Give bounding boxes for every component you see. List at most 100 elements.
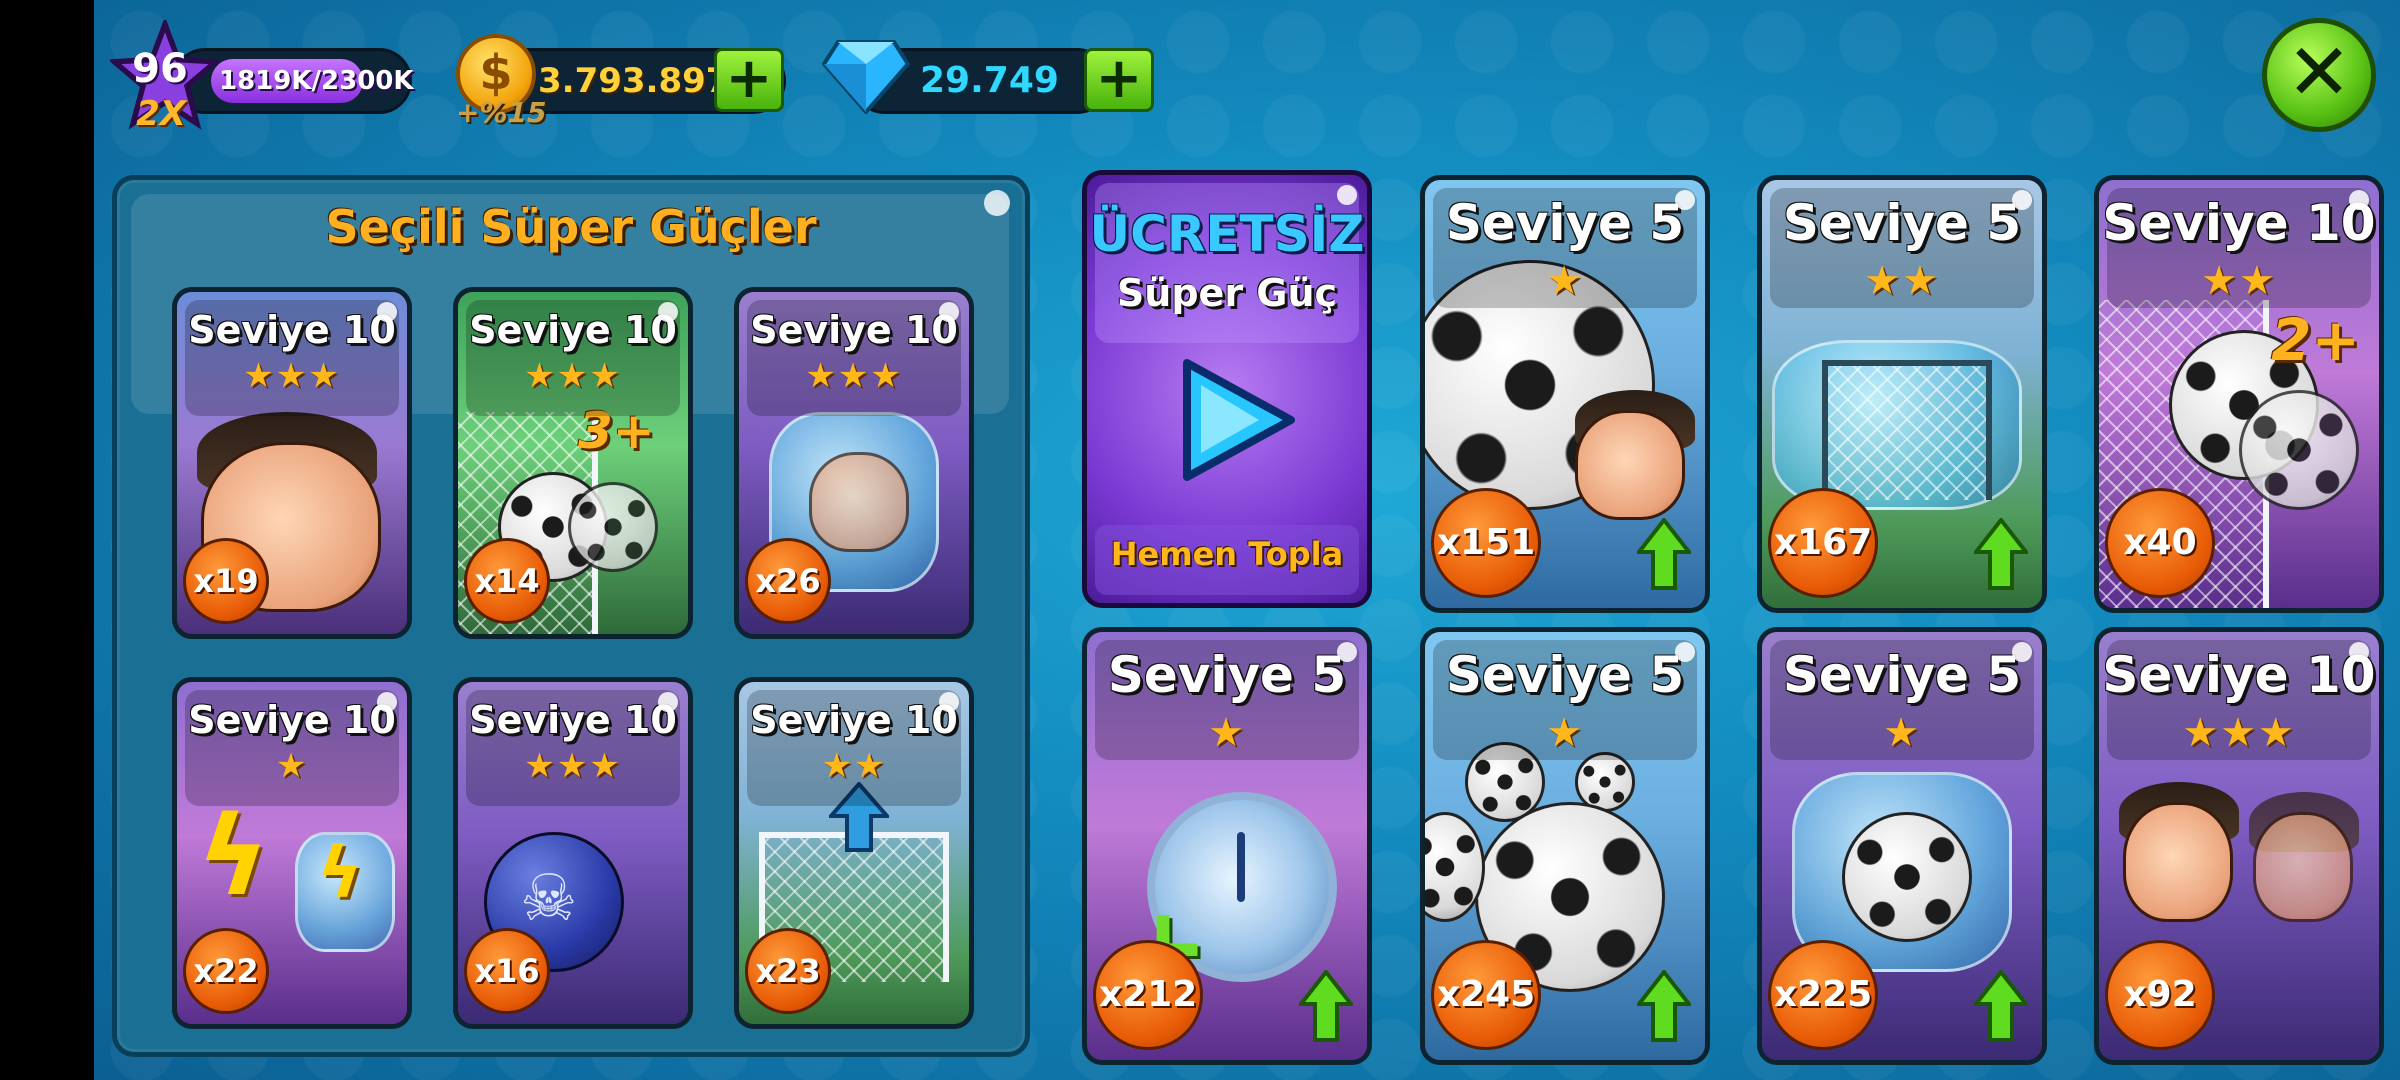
gem-icon (822, 40, 910, 114)
ball-graphic (568, 482, 658, 572)
card-count: x225 (1768, 940, 1878, 1050)
card-stars: ★★★ (2182, 710, 2296, 756)
clock-hands (1237, 832, 1245, 902)
card-stars: ★★★ (243, 356, 341, 396)
card-level: Seviye 10 (2102, 194, 2376, 252)
card-corner-dot (2349, 190, 2369, 210)
selected-power-card[interactable]: 3+ Seviye 10 ★★★ x14 (453, 287, 693, 639)
upgrade-arrow-icon[interactable] (1299, 970, 1353, 1042)
powerup-card[interactable]: Seviye 5 ★★ x167 (1757, 175, 2047, 613)
card-level: Seviye 10 (188, 698, 396, 742)
player-face (1575, 410, 1685, 520)
card-corner-dot (939, 302, 959, 322)
card-level: Seviye 10 (469, 698, 677, 742)
card-corner-dot (2012, 190, 2032, 210)
collect-now-button[interactable]: Hemen Topla (1087, 535, 1367, 573)
multiplier-badge: 2+ (2271, 306, 2360, 374)
card-count: x167 (1768, 488, 1878, 598)
card-count: x19 (183, 538, 269, 624)
card-count: x245 (1431, 940, 1541, 1050)
card-count: x22 (183, 928, 269, 1014)
powerup-card[interactable]: + Seviye 5 ★ x212 (1082, 627, 1372, 1065)
card-count: x151 (1431, 488, 1541, 598)
buy-coins-button[interactable]: + (714, 48, 784, 112)
card-level: Seviye 5 (1782, 646, 2022, 704)
powerup-card[interactable]: Seviye 10 ★★★ x92 (2094, 627, 2384, 1065)
free-power-card[interactable]: ÜCRETSİZ Süper Güç Hemen Topla (1082, 170, 1372, 608)
card-corner-dot (2349, 642, 2369, 662)
player-face (809, 452, 909, 552)
play-video-icon[interactable] (1167, 355, 1297, 485)
card-level: Seviye 5 (1782, 194, 2022, 252)
selected-power-card[interactable]: ☠ Seviye 10 ★★★ x16 (453, 677, 693, 1029)
card-corner-dot (377, 692, 397, 712)
free-title: ÜCRETSİZ (1089, 205, 1365, 263)
card-level: Seviye 10 (2102, 646, 2376, 704)
xp-value: 1819K/2300K (219, 66, 414, 96)
coin-bonus: +%15 (456, 96, 547, 129)
selected-power-card[interactable]: Seviye 10 ★★ x23 (734, 677, 974, 1029)
screen-edge-bar (0, 0, 94, 1080)
selected-power-card[interactable]: Seviye 10 ★★★ x19 (172, 287, 412, 639)
panel-corner-dot (984, 190, 1010, 216)
card-stars: ★★★ (805, 356, 903, 396)
coin-balance: 3.793.897 (538, 61, 730, 101)
card-level: Seviye 10 (188, 308, 396, 352)
xp-multiplier: 2X (136, 94, 186, 134)
skull-icon: ☠ (520, 862, 578, 936)
card-corner-dot (1675, 190, 1695, 210)
card-level: Seviye 10 (750, 698, 958, 742)
ball-graphic (2239, 390, 2359, 510)
panel-title: Seçili Süper Güçler (325, 200, 817, 254)
card-count: x16 (464, 928, 550, 1014)
card-count: x14 (464, 538, 550, 624)
ball-graphic (1842, 812, 1972, 942)
selected-power-card[interactable]: ϟ ϟ Seviye 10 ★ x22 (172, 677, 412, 1029)
card-stars: ★ (1546, 710, 1584, 756)
player-level: 96 (132, 46, 188, 92)
card-stars: ★★★ (524, 356, 622, 396)
card-corner-dot (1337, 185, 1357, 205)
card-stars: ★★ (821, 746, 887, 786)
powerup-card[interactable]: Seviye 5 ★ x151 (1420, 175, 1710, 613)
selected-power-card[interactable]: Seviye 10 ★★★ x26 (734, 287, 974, 639)
goal-net (1822, 360, 1992, 500)
card-stars: ★★ (2201, 258, 2277, 304)
card-corner-dot (658, 692, 678, 712)
upgrade-arrow-icon[interactable] (1974, 970, 2028, 1042)
card-level: Seviye 10 (750, 308, 958, 352)
card-level: Seviye 5 (1445, 194, 1685, 252)
free-subtitle: Süper Güç (1116, 271, 1338, 315)
card-stars: ★ (275, 746, 309, 786)
upgrade-arrow-icon[interactable] (1637, 970, 1691, 1042)
card-corner-dot (377, 302, 397, 322)
card-stars: ★ (1883, 710, 1921, 756)
buy-gems-button[interactable]: + (1084, 48, 1154, 112)
player-face (2253, 812, 2353, 922)
close-button[interactable]: ✕ (2262, 18, 2376, 132)
card-corner-dot (658, 302, 678, 322)
card-stars: ★ (1208, 710, 1246, 756)
upgrade-arrow-icon[interactable] (1637, 518, 1691, 590)
card-level: Seviye 5 (1445, 646, 1685, 704)
card-count: x23 (745, 928, 831, 1014)
powerup-card[interactable]: Seviye 5 ★ x225 (1757, 627, 2047, 1065)
card-count: x26 (745, 538, 831, 624)
card-count: x92 (2105, 940, 2215, 1050)
powerup-card[interactable]: Seviye 5 ★ x245 (1420, 627, 1710, 1065)
card-stars: ★ (1546, 258, 1584, 304)
powerup-card[interactable]: 2+ Seviye 10 ★★ x40 (2094, 175, 2384, 613)
player-face (2123, 802, 2233, 922)
gem-balance: 29.749 (920, 60, 1059, 101)
card-corner-dot (2012, 642, 2032, 662)
card-count: x212 (1093, 940, 1203, 1050)
upgrade-arrow-icon[interactable] (1974, 518, 2028, 590)
card-stars: ★★★ (524, 746, 622, 786)
lightning-icon: ϟ (197, 792, 270, 920)
card-count: x40 (2105, 488, 2215, 598)
lightning-small-icon: ϟ (317, 832, 364, 914)
card-corner-dot (1675, 642, 1695, 662)
card-level: Seviye 10 (469, 308, 677, 352)
card-corner-dot (939, 692, 959, 712)
card-level: Seviye 5 (1107, 646, 1347, 704)
